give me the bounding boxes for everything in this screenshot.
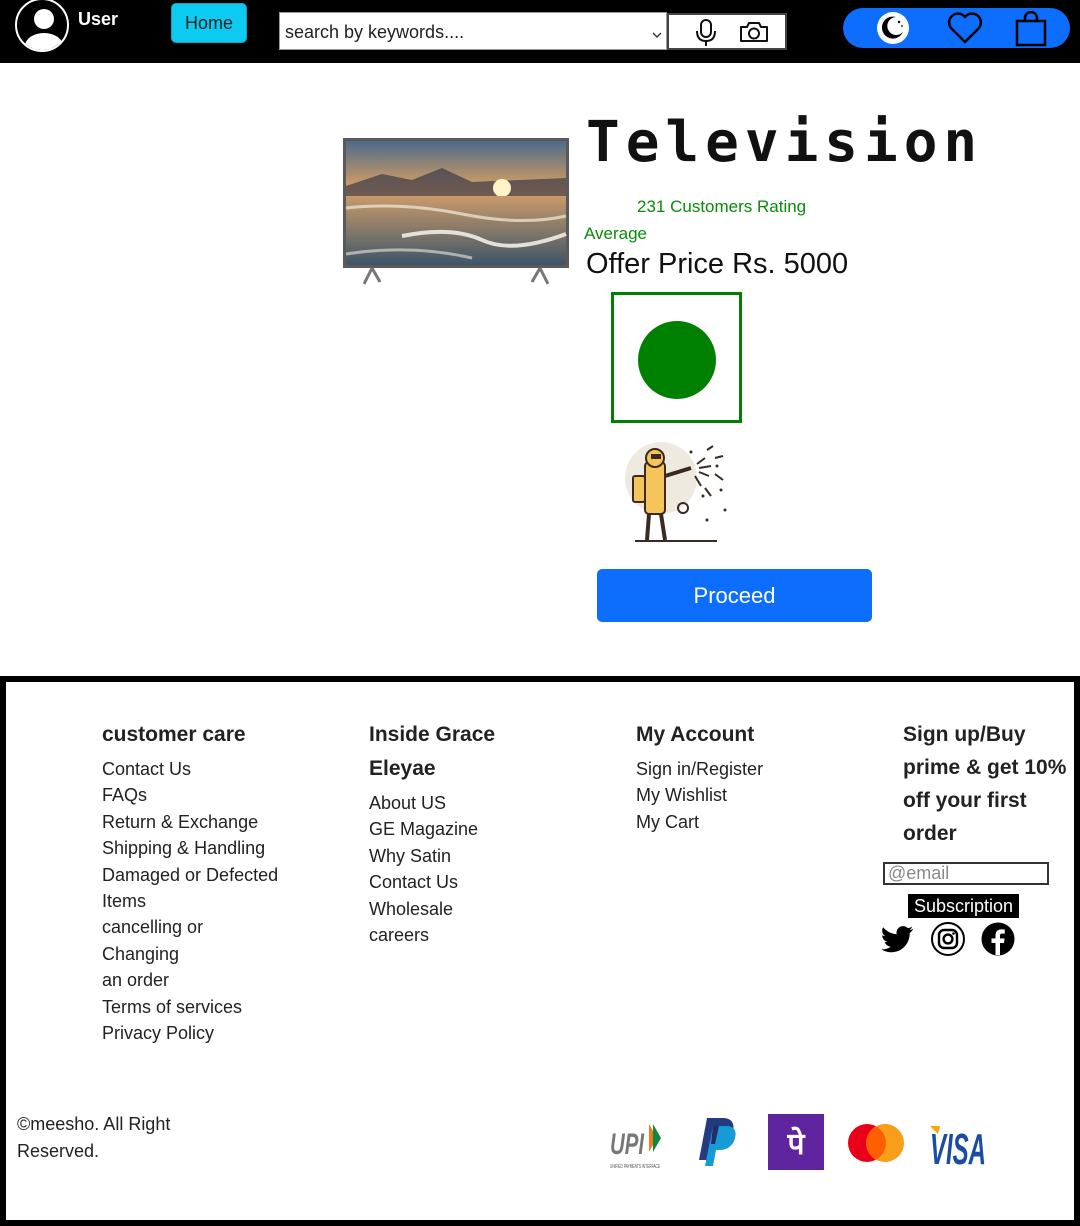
- footer-inside-grace: Inside Grace Eleyae About US GE Magazine…: [369, 718, 539, 948]
- signup-line-2: prime & get 10%: [903, 756, 1067, 779]
- footer-link-cart[interactable]: My Cart: [636, 809, 836, 835]
- veg-mark-icon: [611, 292, 742, 423]
- customer-rating-count: 231 Customers Rating: [637, 197, 807, 216]
- offer-price: Offer Price Rs. 5000: [586, 248, 849, 280]
- footer-link-wishlist[interactable]: My Wishlist: [636, 782, 836, 808]
- footer-heading-inside-line2: Eleyae: [369, 757, 436, 780]
- footer: customer care Contact Us FAQs Return & E…: [0, 676, 1080, 1226]
- footer-link-about-us[interactable]: About US: [369, 790, 539, 816]
- footer-link-sign-in[interactable]: Sign in/Register: [636, 756, 836, 782]
- footer-heading-customer-care: customer care: [102, 723, 246, 746]
- footer-link-changing[interactable]: Changing: [102, 941, 302, 967]
- proceed-button[interactable]: Proceed: [597, 569, 872, 622]
- phonepe-logo: पे: [768, 1114, 824, 1175]
- upi-logo: UPI UNIFIED PAYMENTS INTERFACE: [609, 1114, 663, 1177]
- search-placeholder: search by keywords....: [285, 22, 465, 42]
- footer-heading-inside-line1: Inside Grace: [369, 723, 496, 746]
- footer-customer-care: customer care Contact Us FAQs Return & E…: [102, 718, 302, 1046]
- microphone-icon[interactable]: [695, 19, 717, 52]
- footer-link-return-exchange[interactable]: Return & Exchange: [102, 809, 302, 835]
- footer-signup: Sign up/Buy prime & get 10% off your fir…: [903, 718, 1080, 854]
- footer-link-damaged-defected[interactable]: Damaged or Defected: [102, 862, 302, 888]
- instagram-icon[interactable]: [931, 922, 965, 961]
- twitter-icon[interactable]: [881, 922, 915, 961]
- phonepe-logo-glyph: पे: [786, 1126, 805, 1162]
- product-title: Television: [586, 110, 984, 175]
- footer-link-faqs[interactable]: FAQs: [102, 782, 302, 808]
- copyright-line-2: Reserved.: [17, 1141, 100, 1161]
- search-input[interactable]: search by keywords....: [279, 12, 667, 50]
- footer-link-privacy[interactable]: Privacy Policy: [102, 1020, 302, 1046]
- sanitizing-worker-illustration: [621, 434, 731, 551]
- veg-mark-dot: [638, 321, 716, 399]
- subscription-button[interactable]: Subscription: [908, 894, 1019, 918]
- signup-line-4: order: [903, 822, 957, 845]
- footer-my-account: My Account Sign in/Register My Wishlist …: [636, 718, 836, 835]
- top-navbar: User Home search by keywords....: [0, 0, 1080, 63]
- footer-link-wholesale[interactable]: Wholesale: [369, 896, 539, 922]
- copyright-line-1: ©meesho. All Right: [17, 1114, 171, 1134]
- footer-link-shipping-handling[interactable]: Shipping & Handling: [102, 835, 302, 861]
- shopping-bag-icon[interactable]: [1015, 10, 1047, 52]
- user-label[interactable]: User: [78, 9, 118, 30]
- footer-link-terms[interactable]: Terms of services: [102, 994, 302, 1020]
- footer-link-an-order[interactable]: an order: [102, 967, 302, 993]
- television-image: [342, 136, 570, 291]
- footer-heading-my-account: My Account: [636, 723, 755, 746]
- email-field[interactable]: [883, 862, 1049, 885]
- footer-link-contact-us-2[interactable]: Contact Us: [369, 869, 539, 895]
- facebook-icon[interactable]: [981, 922, 1015, 961]
- paypal-logo: [693, 1114, 739, 1175]
- home-button[interactable]: Home: [171, 3, 247, 43]
- footer-heading-signup: Sign up/Buy prime & get 10% off your fir…: [903, 718, 1080, 850]
- rating-level: Average: [584, 224, 648, 243]
- footer-link-ge-magazine[interactable]: GE Magazine: [369, 816, 539, 842]
- signup-line-1: Sign up/Buy: [903, 723, 1026, 746]
- footer-link-items[interactable]: Items: [102, 888, 302, 914]
- user-avatar-icon[interactable]: [15, 0, 69, 52]
- upi-logo-text: UPI: [610, 1128, 644, 1161]
- footer-link-careers[interactable]: careers: [369, 922, 539, 948]
- chevron-down-icon[interactable]: [652, 26, 662, 44]
- upi-logo-tagline: UNIFIED PAYMENTS INTERFACE: [610, 1164, 660, 1170]
- mastercard-logo: [847, 1114, 905, 1177]
- header-icon-pill: [843, 8, 1070, 48]
- footer-heading-inside-grace: Inside Grace Eleyae: [369, 718, 539, 786]
- signup-line-3: off your first: [903, 789, 1027, 812]
- moon-icon[interactable]: [875, 10, 911, 51]
- footer-link-cancelling[interactable]: cancelling or: [102, 914, 302, 940]
- heart-icon[interactable]: [947, 11, 983, 50]
- camera-icon[interactable]: [739, 21, 769, 48]
- footer-link-contact-us[interactable]: Contact Us: [102, 756, 302, 782]
- footer-link-why-satin[interactable]: Why Satin: [369, 843, 539, 869]
- voice-image-search-group: [667, 13, 787, 50]
- copyright-text: ©meesho. All Right Reserved.: [17, 1111, 192, 1165]
- visa-logo: VISA: [928, 1114, 988, 1177]
